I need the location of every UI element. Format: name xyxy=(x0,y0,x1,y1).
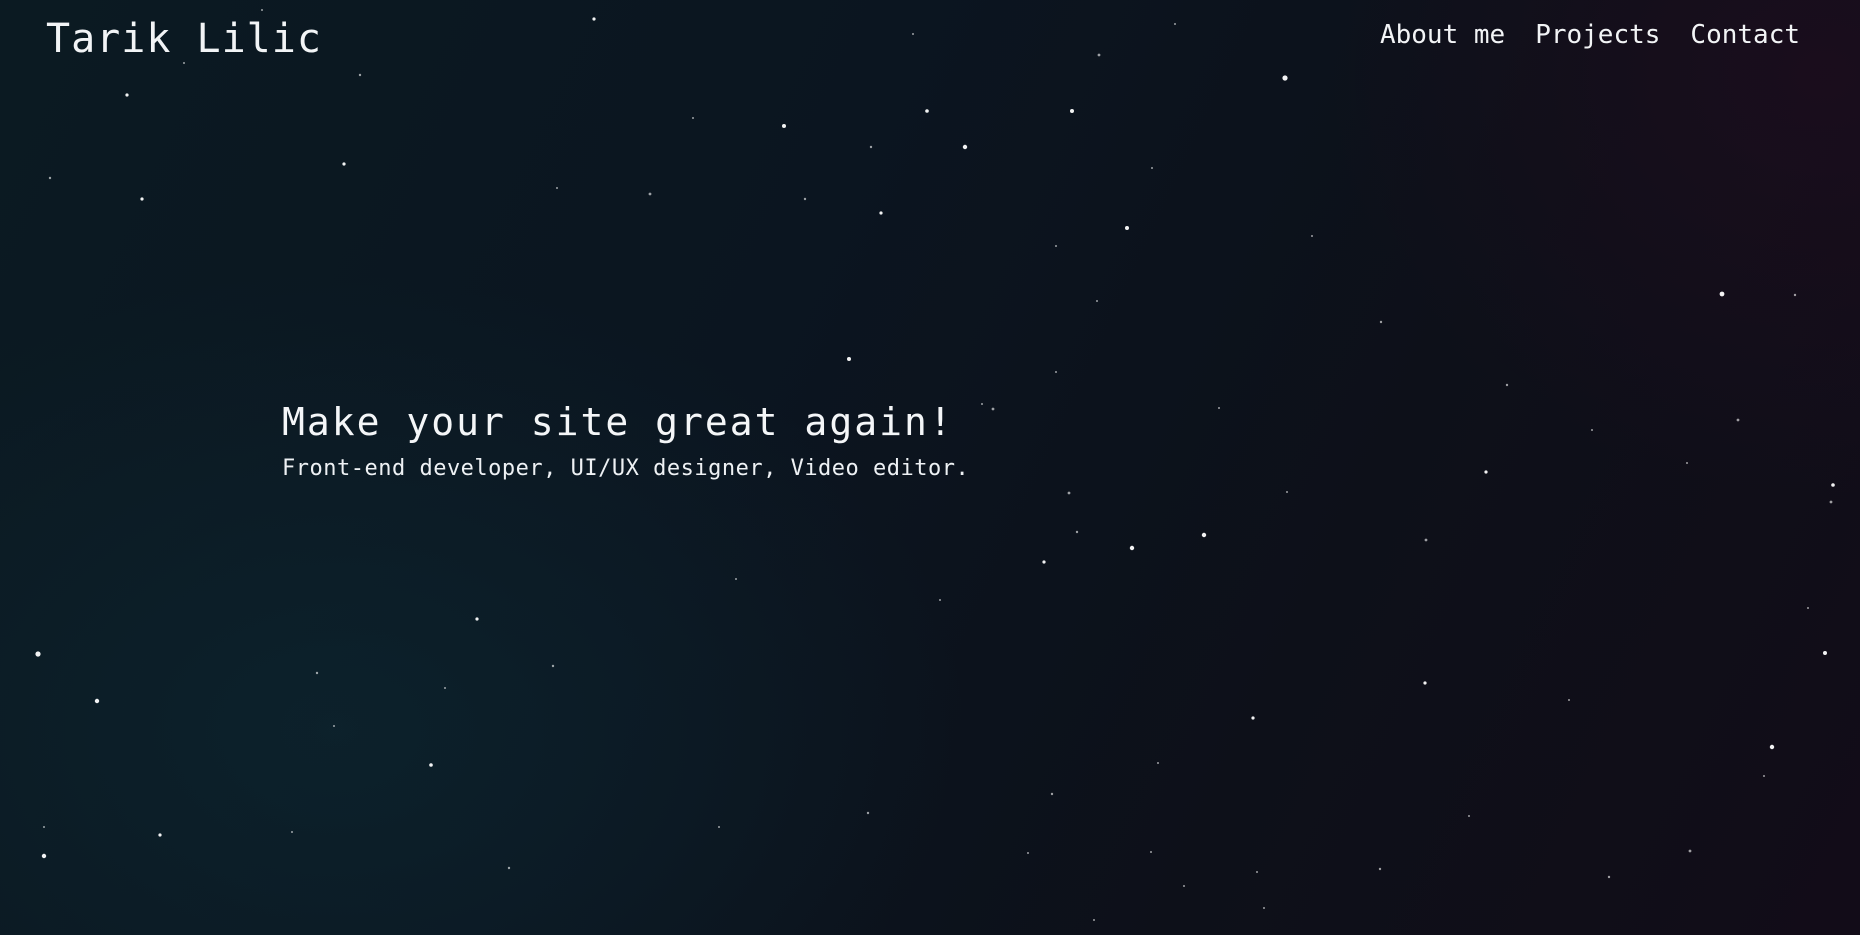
star-dot xyxy=(1096,300,1098,302)
star-dot xyxy=(847,357,851,361)
star-dot xyxy=(315,671,319,675)
star-dot xyxy=(735,578,737,580)
star-dot xyxy=(551,664,555,668)
star-dot xyxy=(1075,530,1079,534)
star-dot xyxy=(1688,849,1692,853)
star-dot xyxy=(35,651,41,657)
star-dot xyxy=(1070,109,1074,113)
star-dot xyxy=(1568,699,1570,701)
star-dot xyxy=(803,197,807,201)
star-dot xyxy=(981,403,983,405)
star-dot xyxy=(1125,226,1129,230)
star-dot xyxy=(429,763,433,767)
nav-link-contact[interactable]: Contact xyxy=(1690,20,1800,50)
star-dot xyxy=(1251,716,1255,720)
star-dot xyxy=(556,187,558,189)
star-dot xyxy=(939,599,941,601)
star-dot xyxy=(782,124,786,128)
star-dot xyxy=(1379,320,1383,324)
main-nav: About me Projects Contact xyxy=(1380,20,1800,50)
star-dot xyxy=(1218,407,1220,409)
star-dot xyxy=(1769,744,1775,750)
star-dot xyxy=(1256,871,1258,873)
star-dot xyxy=(1763,775,1765,777)
star-dot xyxy=(991,407,995,411)
star-dot xyxy=(1286,491,1288,493)
hero-subtitle: Front-end developer, UI/UX designer, Vid… xyxy=(282,456,970,481)
star-dot xyxy=(1823,651,1827,655)
star-dot xyxy=(1311,235,1313,237)
star-dot xyxy=(291,831,293,833)
star-dot xyxy=(718,826,720,828)
star-dot xyxy=(1686,462,1688,464)
star-dot xyxy=(507,866,511,870)
site-header: Tarik Lilic About me Projects Contact xyxy=(0,0,1860,90)
star-dot xyxy=(879,211,883,215)
star-dot xyxy=(41,853,47,859)
nav-link-about-me[interactable]: About me xyxy=(1380,20,1505,50)
star-dot xyxy=(444,687,446,689)
star-dot xyxy=(1157,762,1159,764)
star-dot xyxy=(648,192,652,196)
star-dot xyxy=(1736,418,1740,422)
star-dot xyxy=(475,617,479,621)
star-dot xyxy=(48,176,52,180)
star-dot xyxy=(1263,907,1265,909)
star-dot xyxy=(1201,532,1207,538)
star-dot xyxy=(1424,538,1428,542)
star-dot xyxy=(1505,383,1509,387)
star-dot xyxy=(962,144,968,150)
star-dot xyxy=(94,698,100,704)
star-dot xyxy=(1793,293,1797,297)
star-dot xyxy=(1183,885,1185,887)
star-dot xyxy=(333,725,335,727)
star-dot xyxy=(1831,483,1835,487)
star-dot xyxy=(1050,792,1054,796)
star-dot xyxy=(1093,919,1095,921)
star-dot xyxy=(1151,167,1153,169)
star-dot xyxy=(1468,815,1470,817)
star-dot xyxy=(1484,470,1488,474)
hero-title: Make your site great again! xyxy=(282,400,954,444)
star-dot xyxy=(1807,607,1809,609)
star-dot xyxy=(1719,291,1725,297)
star-dot xyxy=(1423,681,1427,685)
star-dot xyxy=(1591,429,1593,431)
star-dot xyxy=(1055,371,1057,373)
star-dot xyxy=(1042,560,1046,564)
brand-name[interactable]: Tarik Lilic xyxy=(46,16,322,62)
star-dot xyxy=(140,197,144,201)
star-dot xyxy=(342,162,346,166)
star-dot xyxy=(1378,867,1382,871)
star-dot xyxy=(43,826,45,828)
nav-link-projects[interactable]: Projects xyxy=(1535,20,1660,50)
star-dot xyxy=(1129,545,1135,551)
star-dot xyxy=(692,117,694,119)
star-dot xyxy=(1607,875,1611,879)
star-dot xyxy=(1067,491,1071,495)
star-dot xyxy=(1150,851,1152,853)
star-dot xyxy=(125,93,129,97)
star-dot xyxy=(1829,500,1833,504)
star-dot xyxy=(158,833,162,837)
star-dot xyxy=(1055,245,1057,247)
star-dot xyxy=(866,811,870,815)
star-dot xyxy=(869,145,873,149)
hero-section: Make your site great again! Front-end de… xyxy=(282,400,969,481)
star-dot xyxy=(925,109,929,113)
star-dot xyxy=(1027,852,1029,854)
